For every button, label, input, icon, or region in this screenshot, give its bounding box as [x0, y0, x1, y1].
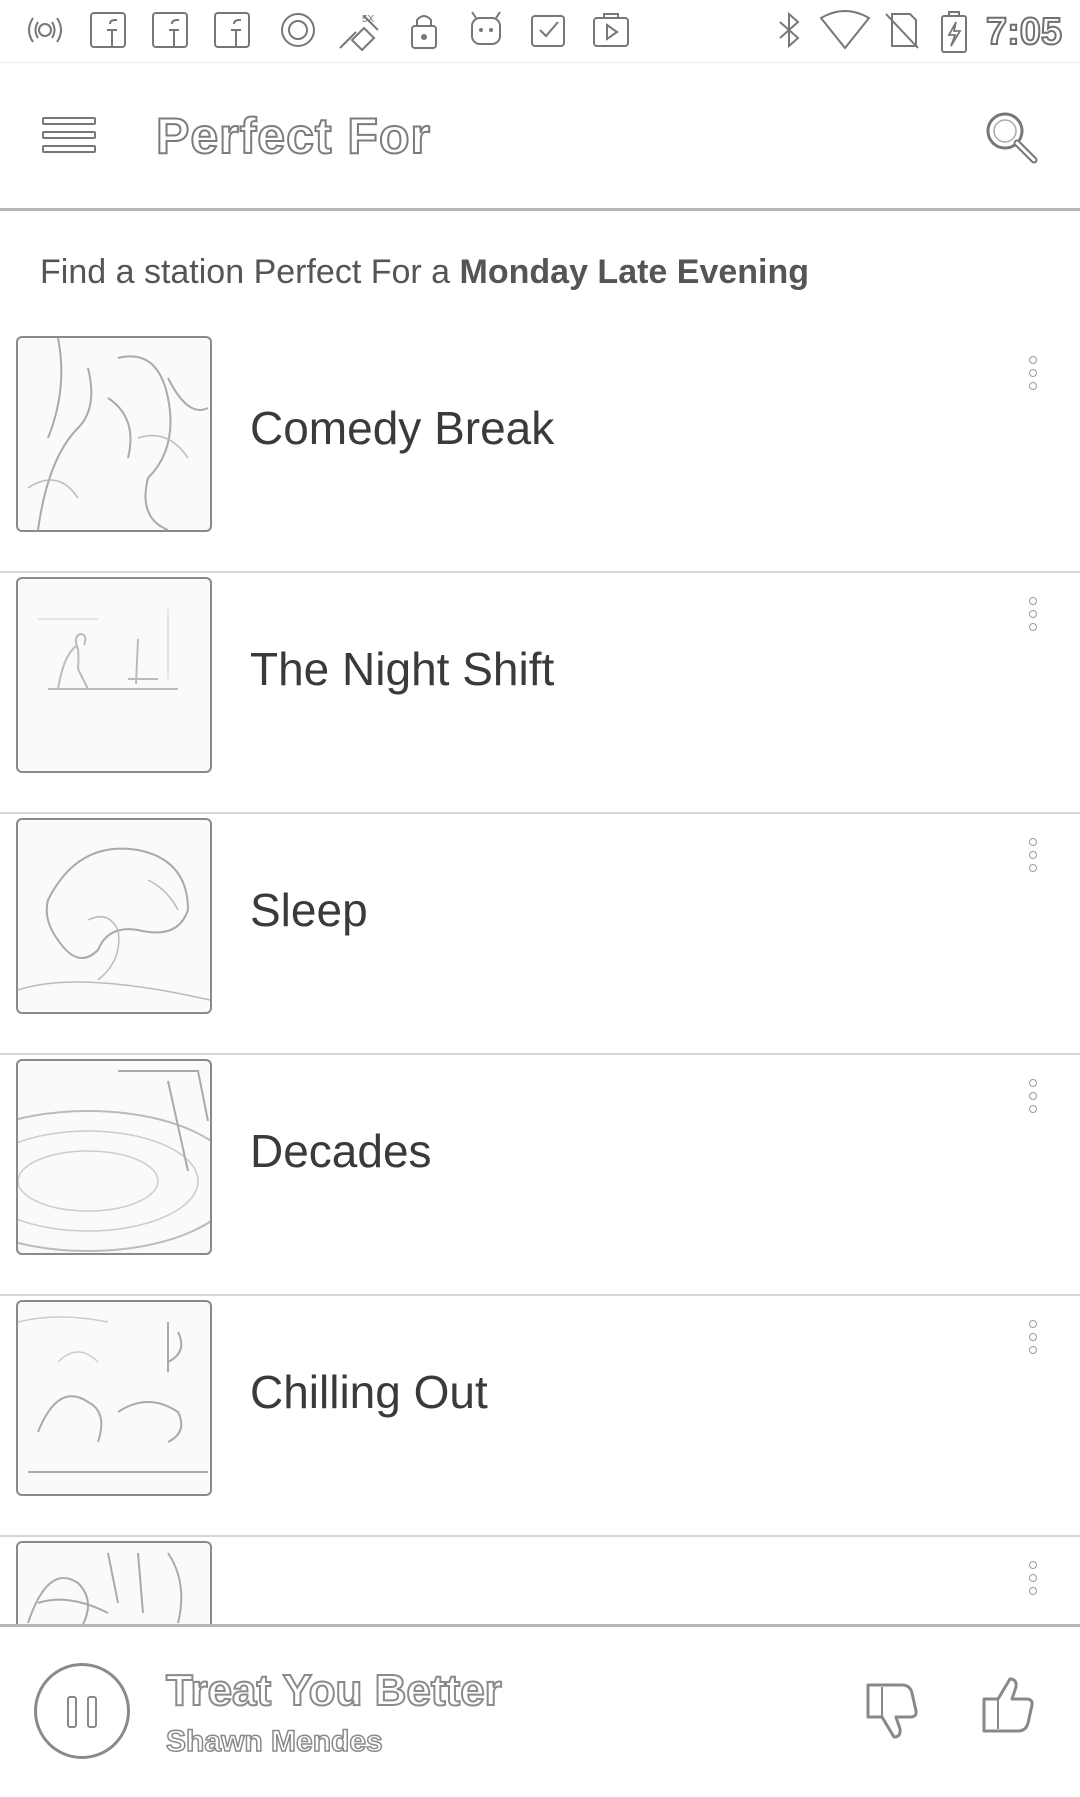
facebook-icon: [88, 10, 128, 50]
pause-button[interactable]: [34, 1663, 130, 1759]
station-list: Comedy Break The Night Shift Sleep Decad…: [0, 330, 1080, 1624]
station-label: Chilling Out: [250, 1366, 488, 1418]
thumbs-up-icon[interactable]: [978, 1675, 1042, 1739]
now-playing-bar[interactable]: Treat You Better Shawn Mendes: [0, 1624, 1080, 1797]
lock-icon: [406, 10, 442, 50]
station-label: Comedy Break: [250, 402, 555, 454]
station-thumbnail: [16, 336, 212, 532]
play-store-icon: [590, 10, 634, 50]
station-thumbnail: [16, 1300, 212, 1496]
station-row-sleep[interactable]: Sleep: [0, 812, 1080, 1055]
no-sim-icon: [882, 10, 922, 50]
station-row-chilling-out[interactable]: Chilling Out: [0, 1294, 1080, 1537]
track-artist: Shawn Mendes: [165, 1724, 383, 1759]
circle-app-icon: [278, 10, 318, 50]
more-options-icon[interactable]: [1026, 356, 1040, 396]
svg-text:5X: 5X: [362, 14, 375, 25]
search-icon[interactable]: [982, 108, 1040, 166]
station-row-night-shift[interactable]: The Night Shift: [0, 571, 1080, 814]
facebook-icon: [150, 10, 190, 50]
wifi-icon: [818, 10, 872, 50]
page-title: Perfect For: [155, 107, 431, 165]
track-title: Treat You Better: [165, 1665, 503, 1716]
thumbs-down-icon[interactable]: [862, 1677, 926, 1741]
station-label: Decades: [250, 1125, 432, 1177]
station-thumbnail: [16, 1541, 212, 1624]
more-options-icon[interactable]: [1026, 838, 1040, 878]
android-icon: [466, 10, 506, 50]
clock-time: 7:05: [985, 10, 1063, 54]
subtitle-prefix: Find a station Perfect For a: [40, 253, 460, 291]
station-row-decades[interactable]: Decades: [0, 1053, 1080, 1296]
perfect-for-subtitle: Find a station Perfect For a Monday Late…: [40, 250, 809, 294]
app-bar: Perfect For: [0, 62, 1080, 211]
satellite-icon: 5X: [334, 10, 386, 54]
more-options-icon[interactable]: [1026, 1561, 1040, 1601]
status-bar: 5X 7:05: [0, 0, 1080, 63]
facebook-icon: [212, 10, 252, 50]
station-row-partial[interactable]: [0, 1535, 1080, 1624]
clipboard-check-icon: [528, 10, 572, 50]
station-thumbnail: [16, 818, 212, 1014]
station-label: Sleep: [250, 884, 368, 936]
station-thumbnail: [16, 577, 212, 773]
more-options-icon[interactable]: [1026, 597, 1040, 637]
more-options-icon[interactable]: [1026, 1320, 1040, 1360]
more-options-icon[interactable]: [1026, 1079, 1040, 1119]
radio-app-icon: [20, 10, 70, 50]
battery-charging-icon: [938, 10, 970, 54]
station-label: The Night Shift: [250, 643, 555, 695]
hamburger-menu-icon[interactable]: [40, 112, 100, 160]
station-row-comedy-break[interactable]: Comedy Break: [0, 330, 1080, 573]
subtitle-daypart: Monday Late Evening: [459, 253, 810, 291]
station-thumbnail: [16, 1059, 212, 1255]
bluetooth-icon: [774, 10, 804, 50]
